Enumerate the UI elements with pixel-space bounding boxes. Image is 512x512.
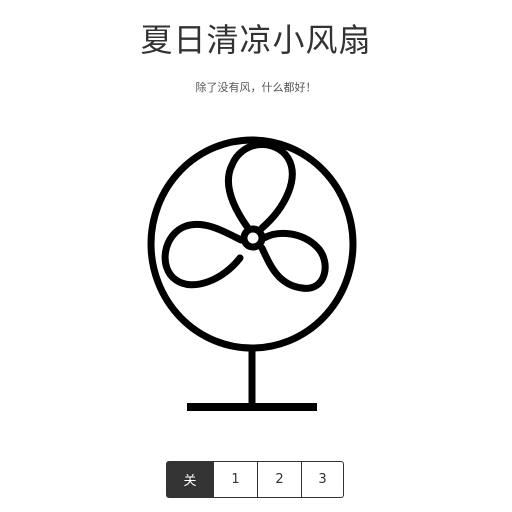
fan-hub: [240, 225, 266, 251]
page-title: 夏日清凉小风扇: [140, 21, 372, 59]
fan-blade-right: [258, 229, 329, 292]
fan-speed-control: 关 1 2 3: [166, 461, 344, 498]
speed-1-button[interactable]: 1: [213, 461, 258, 498]
fan-blade-top: [224, 141, 296, 232]
electric-fan-icon: [147, 136, 357, 411]
speed-3-button[interactable]: 3: [301, 461, 344, 498]
fan-blade-left: [161, 221, 245, 289]
off-button[interactable]: 关: [166, 461, 214, 498]
page-subtitle: 除了没有风，什么都好！: [195, 81, 317, 94]
speed-2-button[interactable]: 2: [257, 461, 302, 498]
fan-guard: [147, 136, 357, 352]
